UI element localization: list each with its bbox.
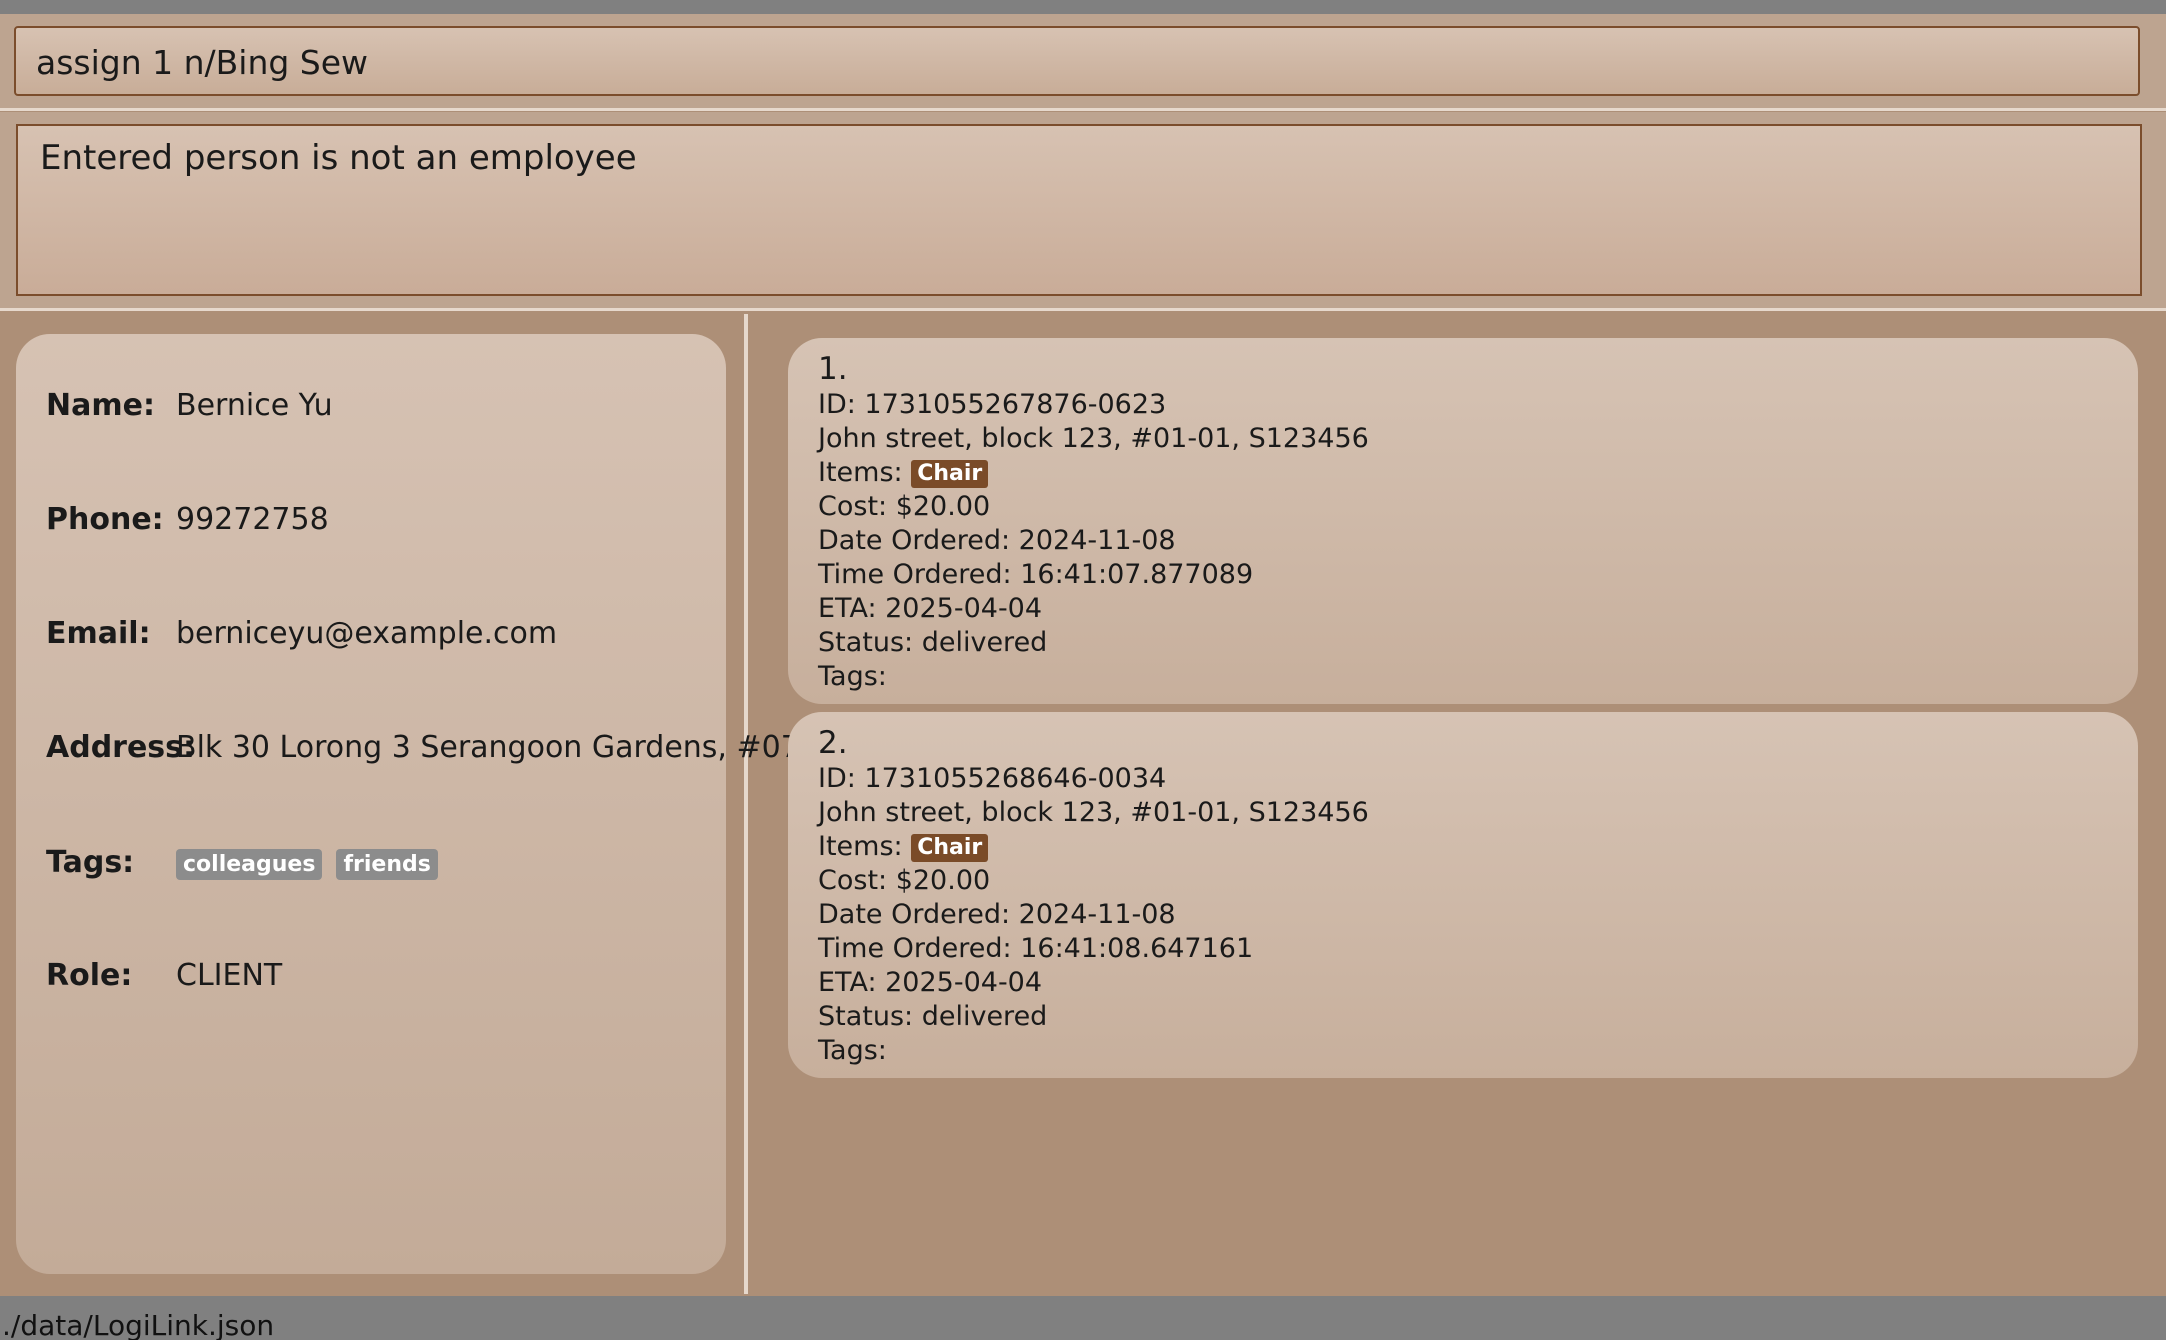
order-id: ID: 1731055267876-0623 <box>818 389 1167 420</box>
split-pane-divider[interactable] <box>744 314 748 1294</box>
tags-label: Tags: <box>46 844 135 880</box>
order-time: Time Ordered: 16:41:07.877089 <box>818 559 1254 590</box>
order-index: 2. <box>818 725 848 761</box>
address-field: Address: Blk 30 Lorong 3 Serangoon Garde… <box>46 730 839 765</box>
tags-list: colleagues friends <box>176 844 452 880</box>
order-date: Date Ordered: 2024-11-08 <box>818 525 1176 556</box>
order-tags: Tags: <box>818 661 887 692</box>
item-badge: Chair <box>911 833 989 862</box>
address-value: Blk 30 Lorong 3 Serangoon Gardens, #07-.… <box>176 730 840 765</box>
item-badge: Chair <box>911 459 989 488</box>
window-title-bar <box>0 0 2166 14</box>
order-id: ID: 1731055268646-0034 <box>818 763 1167 794</box>
order-eta: ETA: 2025-04-04 <box>818 593 1043 624</box>
order-items-label: Items: <box>818 831 903 862</box>
phone-field: Phone: 99272758 <box>46 502 329 537</box>
order-status: Status: delivered <box>818 1001 1048 1032</box>
name-label: Name: <box>46 388 155 423</box>
status-bar-file-path: ./data/LogiLink.json <box>0 1296 2166 1340</box>
order-date: Date Ordered: 2024-11-08 <box>818 899 1176 930</box>
order-card[interactable]: 2. ID: 1731055268646-0034 John street, b… <box>788 712 2138 1078</box>
command-input[interactable]: assign 1 n/Bing Sew <box>14 26 2140 96</box>
order-items: Items: Chair <box>818 456 2108 490</box>
order-address: John street, block 123, #01-01, S123456 <box>818 423 1369 454</box>
order-cost: Cost: $20.00 <box>818 491 991 522</box>
order-status: Status: delivered <box>818 627 1048 658</box>
tag-badge: colleagues <box>176 849 323 880</box>
name-value: Bernice Yu <box>176 388 333 423</box>
email-label: Email: <box>46 616 151 651</box>
phone-label: Phone: <box>46 502 164 537</box>
order-cost: Cost: $20.00 <box>818 865 991 896</box>
name-field: Name: Bernice Yu <box>46 388 333 423</box>
role-field: Role: CLIENT <box>46 958 282 993</box>
phone-value: 99272758 <box>176 502 329 537</box>
order-items-label: Items: <box>818 457 903 488</box>
email-value: berniceyu@example.com <box>176 616 558 651</box>
order-items: Items: Chair <box>818 830 2108 864</box>
order-address: John street, block 123, #01-01, S123456 <box>818 797 1369 828</box>
divider-middle <box>0 308 2166 311</box>
role-value: CLIENT <box>176 958 283 993</box>
person-detail-card: Name: Bernice Yu Phone: 99272758 Email: … <box>16 334 839 1274</box>
email-field: Email: berniceyu@example.com <box>46 616 557 651</box>
tag-badge: friends <box>336 849 438 880</box>
result-display: Entered person is not an employee <box>16 124 2142 296</box>
order-time: Time Ordered: 16:41:08.647161 <box>818 933 1254 964</box>
divider-top <box>0 108 2166 111</box>
role-label: Role: <box>46 958 133 993</box>
order-eta: ETA: 2025-04-04 <box>818 967 1043 998</box>
order-tags: Tags: <box>818 1035 887 1066</box>
address-label: Address: <box>46 730 196 765</box>
order-index: 1. <box>818 351 848 387</box>
tags-field: Tags: colleagues friends <box>46 844 452 880</box>
order-card[interactable]: 1. ID: 1731055267876-0623 John street, b… <box>788 338 2138 704</box>
